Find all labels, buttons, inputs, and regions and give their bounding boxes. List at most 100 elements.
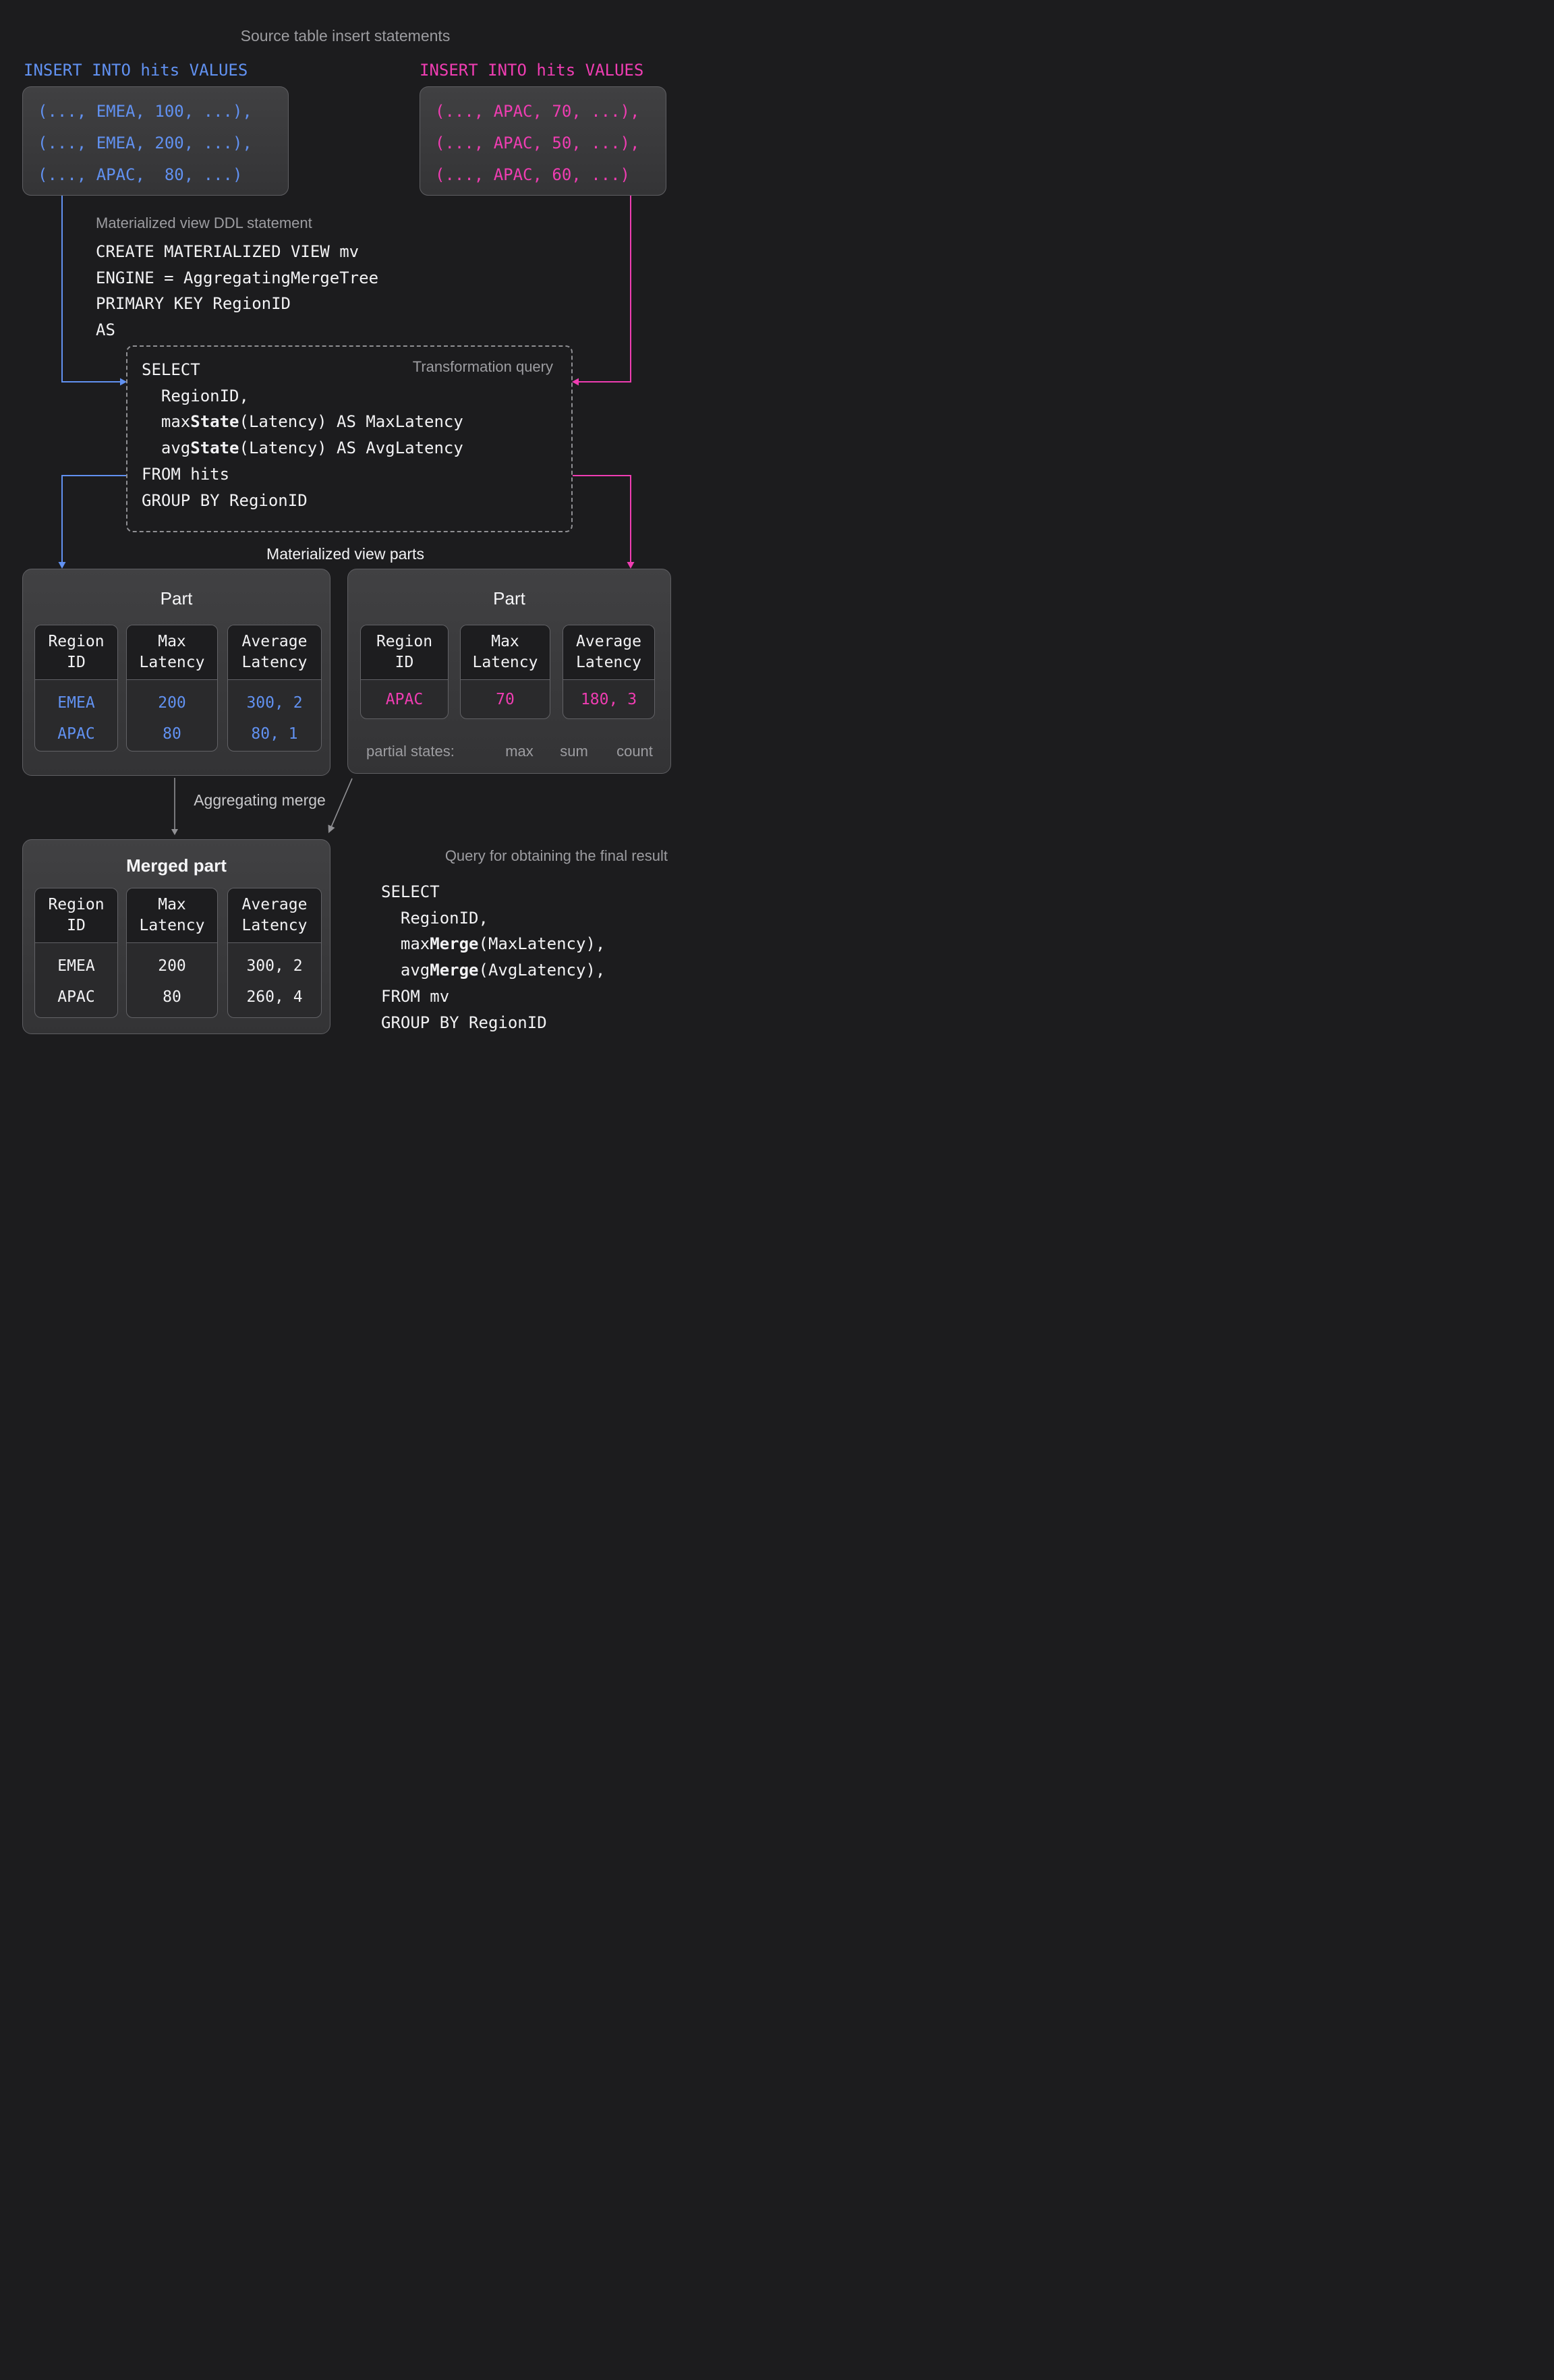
table-cell: 200 — [127, 951, 217, 982]
final-query-code: SELECT RegionID, maxMerge(MaxLatency), a… — [381, 879, 605, 1036]
partial-states-tag-count: count — [612, 743, 657, 760]
table-cell: 80 — [127, 982, 217, 1013]
part-left-col-max: Max Latency 200 80 — [126, 625, 218, 752]
column-values: EMEA APAC — [35, 680, 117, 749]
code-line: (..., APAC, 50, ...), — [435, 128, 666, 159]
part-left-title: Part — [23, 588, 330, 609]
table-cell: 80, 1 — [228, 718, 321, 749]
column-header-line: Average — [576, 631, 641, 652]
code-line: PRIMARY KEY RegionID — [96, 291, 378, 317]
column-values: 200 80 — [127, 943, 217, 1013]
column-header: Average Latency — [228, 625, 321, 680]
insert-right-header: INSERT INTO hits VALUES — [420, 61, 643, 80]
arrowhead-part-right-to-merged — [328, 825, 335, 834]
column-header-line: Latency — [140, 915, 205, 936]
table-cell: APAC — [35, 982, 117, 1013]
code-line: (..., APAC, 70, ...), — [435, 96, 666, 128]
code-line: SELECT — [142, 357, 463, 383]
column-header-line: Latency — [242, 652, 308, 673]
aggregating-merge-label: Aggregating merge — [165, 791, 354, 810]
insert-box-right: (..., APAC, 70, ...), (..., APAC, 50, ..… — [420, 86, 666, 196]
code-line: CREATE MATERIALIZED VIEW mv — [96, 239, 378, 265]
column-values: 300, 2 80, 1 — [228, 680, 321, 749]
column-header-line: Latency — [140, 652, 205, 673]
code-line: avgState(Latency) AS AvgLatency — [142, 435, 463, 461]
column-header: Max Latency — [127, 625, 217, 680]
merged-col-region: Region ID EMEA APAC — [34, 888, 118, 1018]
part-right-title: Part — [348, 588, 670, 609]
table-cell: 260, 4 — [228, 982, 321, 1013]
column-header: Average Latency — [563, 625, 654, 680]
page-title: Source table insert statements — [0, 27, 691, 45]
column-header-line: Latency — [242, 915, 308, 936]
table-cell: 70 — [461, 684, 550, 715]
code-line: avgMerge(AvgLatency), — [381, 957, 605, 984]
part-right-col-avg: Average Latency 180, 3 — [563, 625, 655, 719]
code-line: FROM hits — [142, 461, 463, 488]
column-header-line: Region — [48, 631, 104, 652]
merged-part-box: Merged part Region ID EMEA APAC Max Late… — [22, 839, 330, 1034]
partial-states-tag-max: max — [500, 743, 538, 760]
column-header: Region ID — [35, 888, 117, 943]
table-cell: APAC — [361, 684, 448, 715]
table-cell: 180, 3 — [563, 684, 654, 715]
column-header-line: ID — [67, 915, 86, 936]
ddl-label: Materialized view DDL statement — [96, 215, 312, 232]
column-header-line: Latency — [576, 652, 641, 673]
column-header-line: Max — [158, 631, 186, 652]
code-line: FROM mv — [381, 984, 605, 1010]
insert-left-header: INSERT INTO hits VALUES — [24, 61, 248, 80]
column-header: Region ID — [35, 625, 117, 680]
code-line: maxState(Latency) AS MaxLatency — [142, 409, 463, 435]
table-cell: EMEA — [35, 951, 117, 982]
column-values: EMEA APAC — [35, 943, 117, 1013]
table-cell: 300, 2 — [228, 951, 321, 982]
diagram-canvas: Source table insert statements INSERT IN… — [0, 0, 691, 1058]
ddl-code: CREATE MATERIALIZED VIEW mvENGINE = Aggr… — [96, 239, 378, 343]
column-header-line: Region — [48, 895, 104, 915]
code-line: (..., APAC, 60, ...) — [435, 159, 666, 191]
code-line: (..., APAC, 80, ...) — [38, 159, 288, 191]
column-header-line: Average — [242, 631, 308, 652]
arrowhead-part-left-to-merged — [171, 829, 178, 835]
final-query-label: Query for obtaining the final result — [368, 847, 668, 865]
table-cell: 80 — [127, 718, 217, 749]
table-cell: 300, 2 — [228, 687, 321, 718]
table-cell: 200 — [127, 687, 217, 718]
insert-box-left: (..., EMEA, 100, ...), (..., EMEA, 200, … — [22, 86, 289, 196]
partial-states-tag-sum: sum — [555, 743, 593, 760]
column-header: Max Latency — [127, 888, 217, 943]
arrowhead-insert-right-to-query — [572, 378, 579, 386]
code-line: GROUP BY RegionID — [142, 488, 463, 514]
part-left-col-region: Region ID EMEA APAC — [34, 625, 118, 752]
part-left-col-avg: Average Latency 300, 2 80, 1 — [227, 625, 322, 752]
code-line: maxMerge(MaxLatency), — [381, 931, 605, 957]
part-right-col-max: Max Latency 70 — [460, 625, 550, 719]
code-line: RegionID, — [381, 905, 605, 932]
column-header: Average Latency — [228, 888, 321, 943]
column-values: 200 80 — [127, 680, 217, 749]
column-header-line: ID — [395, 652, 414, 673]
table-cell: APAC — [35, 718, 117, 749]
column-header-line: Average — [242, 895, 308, 915]
arrow-insert-right-to-query — [579, 196, 631, 382]
merged-part-title: Merged part — [23, 855, 330, 876]
partial-states-label: partial states: — [366, 743, 455, 760]
code-line: RegionID, — [142, 383, 463, 409]
code-line: AS — [96, 317, 378, 343]
column-values: 180, 3 — [563, 680, 654, 719]
code-line: ENGINE = AggregatingMergeTree — [96, 265, 378, 291]
code-line: GROUP BY RegionID — [381, 1010, 605, 1036]
column-header-line: Max — [491, 631, 519, 652]
column-header-line: Latency — [473, 652, 538, 673]
column-values: 70 — [461, 680, 550, 719]
code-line: (..., EMEA, 200, ...), — [38, 128, 288, 159]
parts-heading: Materialized view parts — [0, 545, 691, 563]
column-header-line: Max — [158, 895, 186, 915]
part-box-left: Part Region ID EMEA APAC Max Latency 200… — [22, 569, 330, 776]
column-values: 300, 2 260, 4 — [228, 943, 321, 1013]
column-header-line: Region — [376, 631, 432, 652]
column-header-line: ID — [67, 652, 86, 673]
code-line: SELECT — [381, 879, 605, 905]
part-right-col-region: Region ID APAC — [360, 625, 449, 719]
